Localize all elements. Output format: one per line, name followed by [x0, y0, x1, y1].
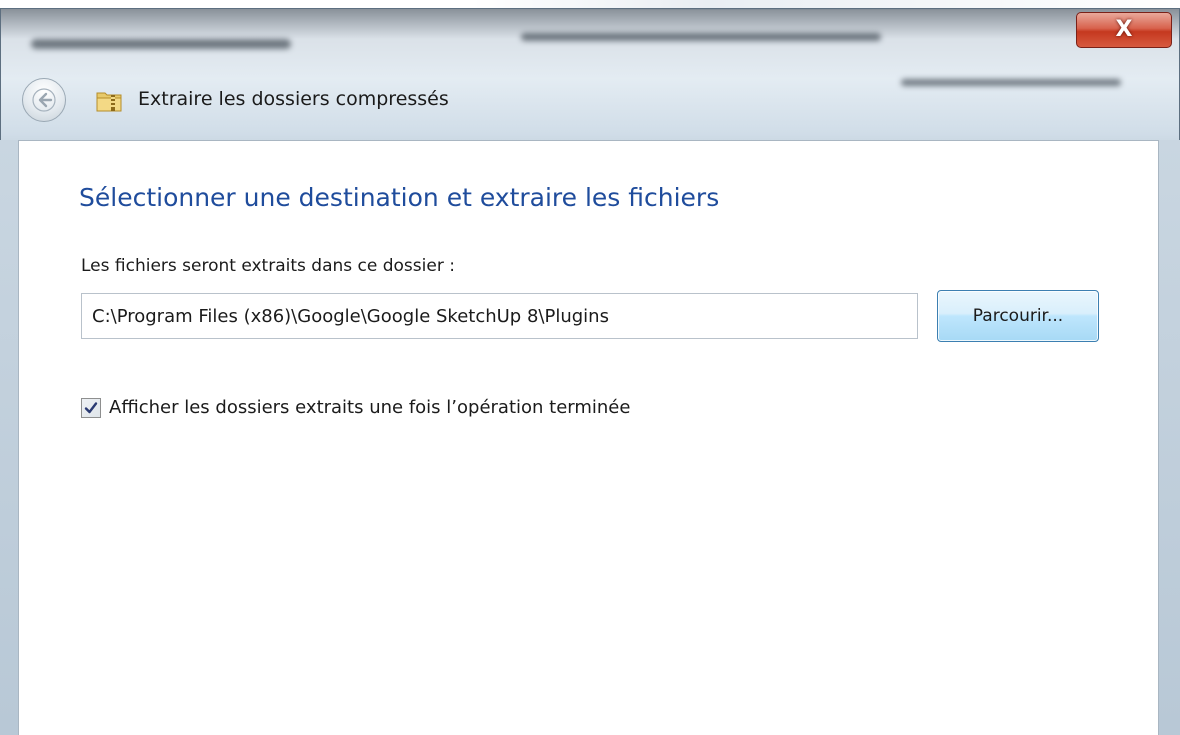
close-button[interactable]: X: [1076, 12, 1172, 48]
show-extracted-checkbox[interactable]: [81, 397, 101, 418]
zip-folder-icon: [96, 92, 122, 112]
wizard-content-panel: Sélectionner une destination et extraire…: [18, 140, 1159, 735]
checkmark-icon: [84, 401, 98, 413]
destination-label: Les fichiers seront extraits dans ce dos…: [81, 256, 455, 276]
back-button[interactable]: [22, 78, 66, 122]
glass-reflection: [521, 33, 881, 41]
destination-path-input[interactable]: [81, 293, 918, 339]
window-title: Extraire les dossiers compressés: [138, 88, 449, 110]
window-border-right: [1159, 140, 1180, 735]
browse-button[interactable]: Parcourir...: [937, 290, 1099, 342]
back-arrow-icon: [32, 88, 56, 112]
page-heading: Sélectionner une destination et extraire…: [79, 183, 720, 212]
show-extracted-option[interactable]: Afficher les dossiers extraits une fois …: [81, 397, 630, 418]
show-extracted-label: Afficher les dossiers extraits une fois …: [109, 397, 631, 418]
window-border-left: [0, 140, 18, 735]
glass-reflection: [31, 39, 291, 49]
glass-reflection: [901, 79, 1121, 86]
close-icon: X: [1115, 17, 1133, 42]
